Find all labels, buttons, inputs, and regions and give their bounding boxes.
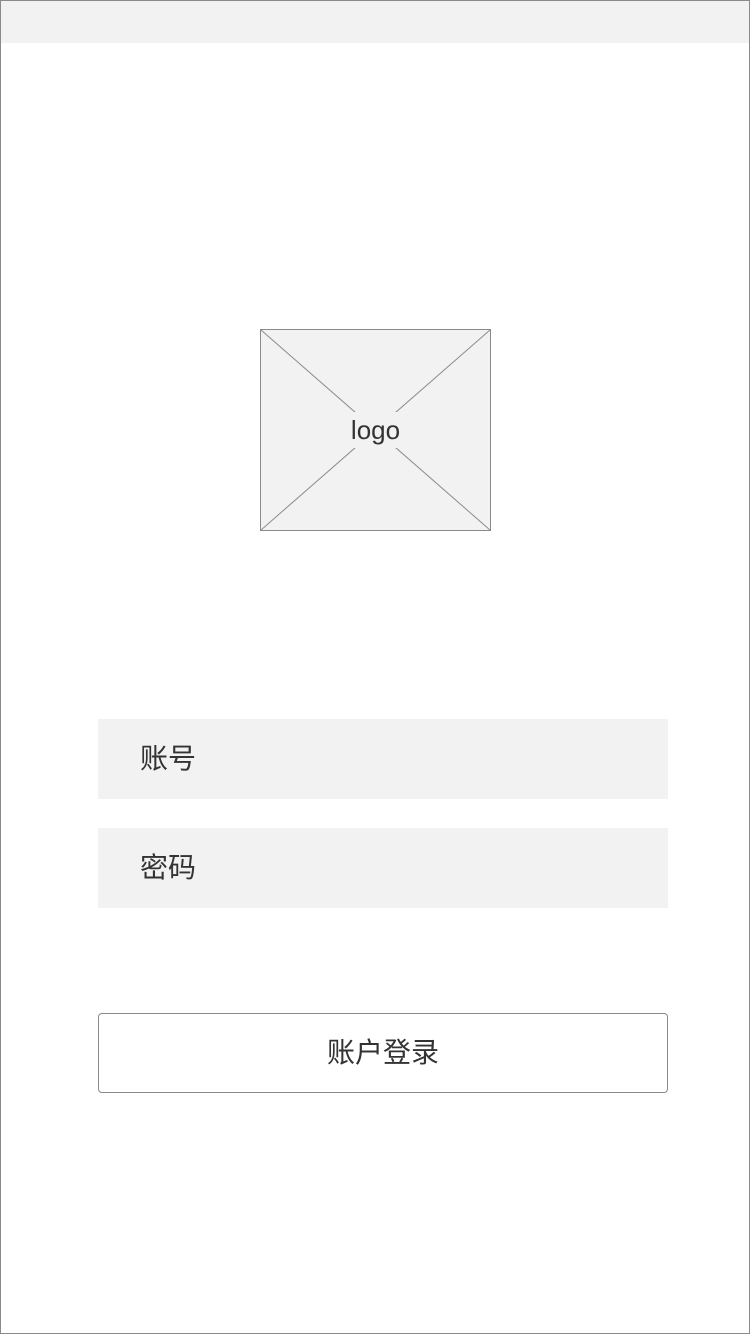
account-field[interactable]: 账号 bbox=[98, 719, 668, 799]
logo-placeholder: logo bbox=[260, 329, 491, 531]
password-field[interactable]: 密码 bbox=[98, 828, 668, 908]
password-label: 密码 bbox=[140, 851, 197, 884]
account-label: 账号 bbox=[140, 742, 197, 775]
status-bar bbox=[1, 1, 749, 43]
logo-label: logo bbox=[341, 412, 410, 448]
login-button[interactable]: 账户登录 bbox=[98, 1013, 668, 1093]
phone-screen bbox=[0, 0, 750, 1334]
